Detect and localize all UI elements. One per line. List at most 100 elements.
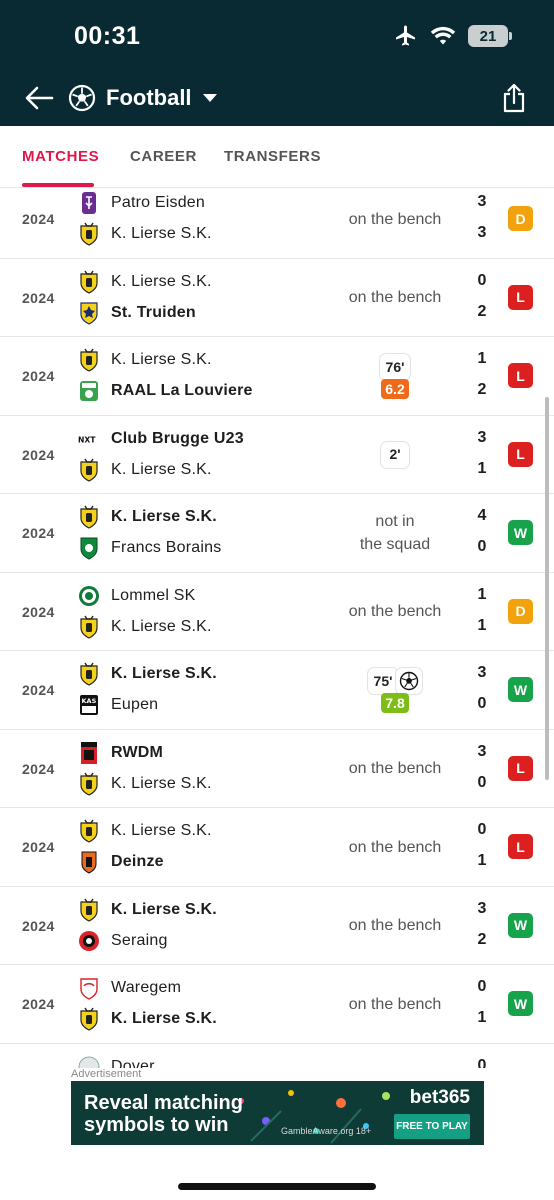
result-badge: W	[508, 912, 533, 938]
raal-crest-icon	[80, 381, 98, 401]
seraing-crest-icon	[79, 930, 99, 951]
tab-career[interactable]: CAREER	[130, 148, 197, 165]
away-score: 3	[477, 224, 487, 241]
match-participation: on the bench	[330, 808, 460, 886]
home-team-name: Patro Eisden	[111, 194, 206, 211]
lierse-crest-icon	[80, 348, 98, 372]
lierse-crest-icon	[80, 772, 98, 796]
away-team-name: K. Lierse S.K.	[111, 225, 212, 242]
match-row[interactable]: 2024 K. Lierse S.K. RAAL La Louviere 76' 6.2…	[0, 337, 554, 416]
match-year: 2024	[22, 996, 55, 1012]
match-row[interactable]: 2024 NXT Club Brugge U23 K. Lierse S.K. 2' 3 1…	[0, 416, 554, 494]
ad-banner[interactable]: Reveal matching symbols to win bet365 Ga…	[71, 1081, 484, 1145]
away-team-name: K. Lierse S.K.	[111, 774, 212, 792]
away-team: K. Lierse S.K.	[78, 458, 212, 482]
home-team: Patro Eisden	[78, 191, 205, 215]
svg-text:KAS: KAS	[82, 697, 97, 705]
match-participation: on the bench	[330, 188, 460, 258]
home-team: K. Lierse S.K.	[78, 662, 217, 686]
team-crest	[78, 850, 100, 874]
team-crest	[78, 819, 100, 843]
match-row[interactable]: 2024 K. Lierse S.K. Deinze on the bench 0 1 L	[0, 808, 554, 887]
ad-gamble-notice: GambleAware.org 18+	[281, 1126, 372, 1136]
match-row[interactable]: 2024 Waregem K. Lierse S.K. on the bench 0 1 W	[0, 965, 554, 1044]
match-row[interactable]: 2024 Lommel SK K. Lierse S.K. on the bench 1…	[0, 573, 554, 651]
match-participation: on the bench	[330, 730, 460, 808]
home-score: 0	[477, 271, 487, 289]
back-button[interactable]	[22, 82, 56, 114]
home-team: NXT Club Brugge U23	[78, 427, 244, 451]
match-row[interactable]: 2024 K. Lierse S.K. Seraing on the bench 3 2 W	[0, 887, 554, 965]
lierse-crest-icon	[80, 662, 98, 686]
status-icons: 21	[394, 24, 512, 48]
match-year: 2024	[22, 682, 55, 698]
match-status-line: the squad	[359, 536, 431, 553]
match-year: 2024	[22, 839, 55, 855]
match-row[interactable]: 2024 K. Lierse S.K. KAS Eupen 75' 7.8 3 0 W	[0, 651, 554, 730]
home-team: K. Lierse S.K.	[78, 270, 212, 294]
home-team: Dover	[78, 1055, 155, 1068]
scrollbar[interactable]	[545, 397, 549, 780]
match-row[interactable]: 2024 Patro Eisden K. Lierse S.K. on the ben…	[0, 188, 554, 259]
home-score: 0	[477, 978, 487, 995]
match-year: 2024	[22, 289, 55, 306]
match-year: 2024	[22, 603, 55, 620]
team-crest	[78, 898, 100, 922]
lierse-crest-icon	[80, 270, 98, 294]
battery-indicator: 21	[468, 25, 512, 47]
team-crest	[78, 1007, 100, 1031]
match-row[interactable]: 2024 K. Lierse S.K. Francs Borains not in th…	[0, 494, 554, 573]
wifi-icon	[430, 26, 456, 45]
home-team-name: K. Lierse S.K.	[111, 900, 217, 918]
away-score: 1	[477, 616, 487, 634]
tab-matches[interactable]: MATCHES	[22, 148, 99, 165]
lierse-crest-icon	[80, 222, 98, 246]
match-participation: 76' 6.2	[330, 337, 460, 415]
team-crest	[78, 772, 100, 796]
team-crest	[78, 741, 100, 765]
result-badge: W	[508, 991, 533, 1016]
match-row[interactable]: 2024 RWDM K. Lierse S.K. on the bench 3 0 L	[0, 730, 554, 808]
share-button[interactable]	[498, 80, 530, 116]
home-team: K. Lierse S.K.	[78, 819, 212, 843]
home-indicator[interactable]	[178, 1183, 376, 1190]
football-icon	[400, 671, 419, 691]
away-team-name: K. Lierse S.K.	[111, 617, 212, 635]
team-crest	[78, 379, 100, 403]
home-team-name: Club Brugge U23	[111, 429, 244, 447]
match-row[interactable]: Dover not in 0	[0, 1044, 554, 1068]
home-score: 3	[477, 193, 487, 210]
home-team-name: K. Lierse S.K.	[111, 508, 217, 525]
match-status-line: not in	[375, 513, 415, 530]
tab-transfers[interactable]: TRANSFERS	[224, 148, 321, 165]
away-score: 0	[477, 538, 487, 555]
caret-down-icon	[202, 94, 217, 102]
match-year: 2024	[22, 760, 55, 777]
home-team-name: K. Lierse S.K.	[111, 351, 212, 368]
result-badge: W	[508, 677, 533, 702]
ad-headline: Reveal matching symbols to win	[84, 1092, 243, 1136]
match-year: 2024	[22, 525, 55, 541]
ad-cta-button[interactable]: FREE TO PLAY	[394, 1114, 470, 1139]
away-score: 1	[477, 1009, 487, 1026]
home-score: 0	[477, 821, 487, 838]
match-row[interactable]: 2024 K. Lierse S.K. St. Truiden on the benc…	[0, 259, 554, 337]
match-status: on the bench	[348, 917, 442, 934]
match-year: 2024	[22, 446, 55, 463]
arrow-left-icon	[25, 86, 54, 110]
football-icon	[68, 84, 96, 112]
match-participation: not in the squad	[330, 494, 460, 572]
sport-selector[interactable]: Football	[68, 80, 218, 116]
result-badge: D	[508, 598, 533, 624]
away-score: 1	[477, 459, 487, 477]
home-score: 1	[477, 585, 487, 603]
ad-label: Advertisement	[71, 1068, 142, 1080]
match-participation: 75' 7.8	[330, 651, 460, 729]
home-team: K. Lierse S.K.	[78, 898, 217, 922]
result-badge: W	[508, 520, 533, 545]
team-crest	[78, 301, 100, 325]
away-score: 0	[477, 773, 487, 791]
team-crest	[78, 976, 100, 1000]
home-score: 3	[477, 742, 487, 760]
match-list[interactable]: 2024 Patro Eisden K. Lierse S.K. on the ben…	[0, 188, 554, 1068]
